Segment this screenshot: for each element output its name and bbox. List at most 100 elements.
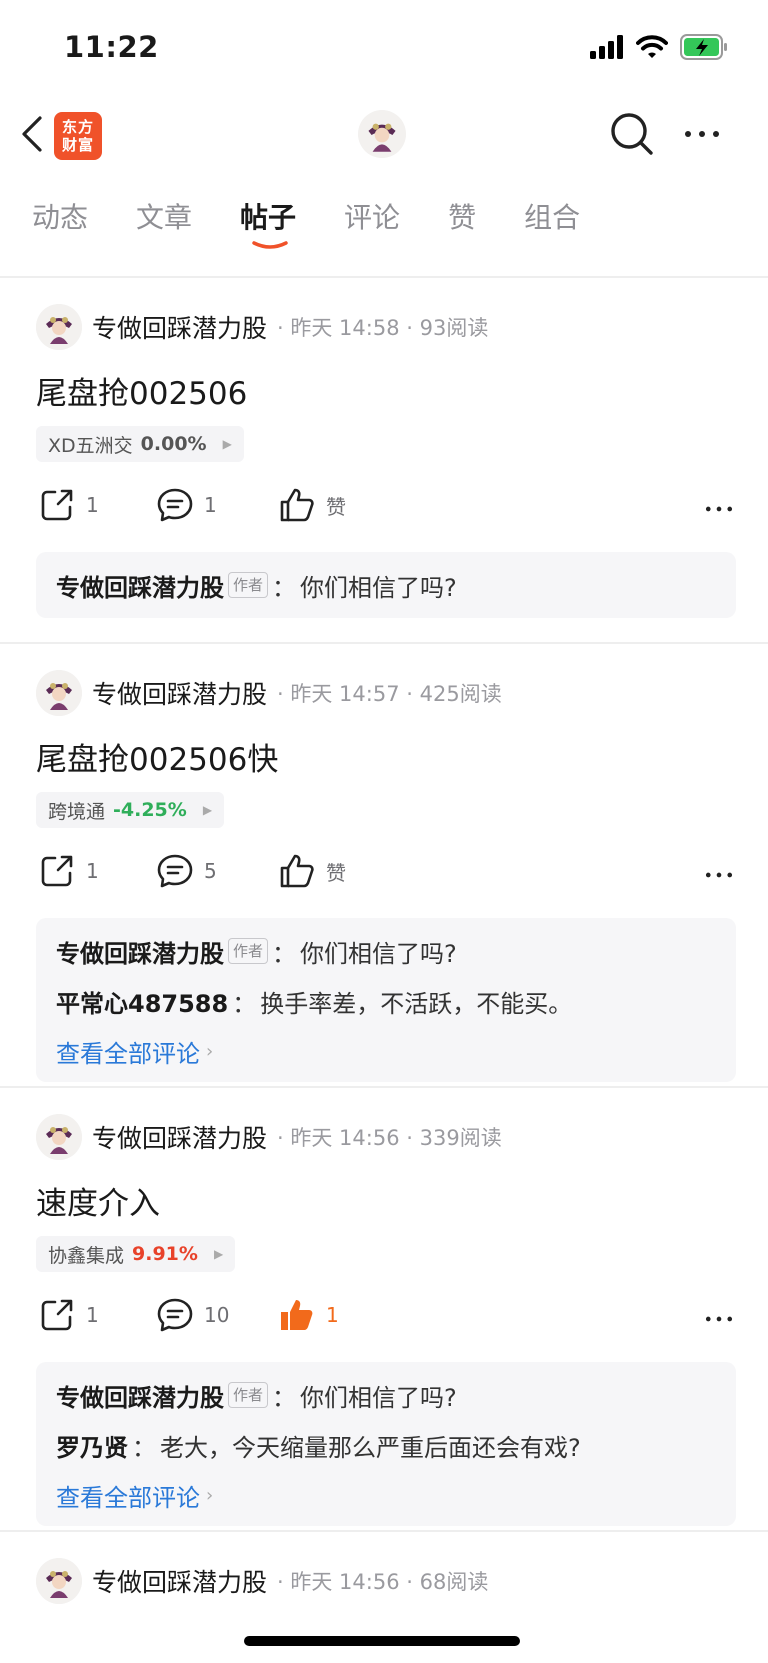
home-indicator[interactable] bbox=[244, 1636, 520, 1646]
post-author-row: 专做回踩潜力股 · 昨天 14:58 · 93阅读 bbox=[36, 304, 488, 350]
comment-button[interactable]: 1 bbox=[156, 486, 217, 524]
stock-change: -4.25% bbox=[113, 799, 187, 821]
status-time: 11:22 bbox=[64, 30, 159, 64]
tab-posts[interactable]: 帖子 bbox=[240, 196, 296, 249]
comment-button[interactable]: 10 bbox=[156, 1296, 229, 1334]
post-time: 昨天 14:58 bbox=[290, 316, 400, 340]
post-card[interactable]: 专做回踩潜力股 · 昨天 14:57 · 425阅读 尾盘抢002506快 跨境… bbox=[0, 644, 768, 1088]
top-nav: 东方 财富 bbox=[0, 100, 768, 172]
author-avatar[interactable] bbox=[36, 1558, 82, 1604]
commenter-name[interactable]: 专做回踩潜力股 bbox=[56, 568, 224, 603]
stock-name: 跨境通 bbox=[48, 800, 106, 823]
more-options-icon[interactable] bbox=[680, 110, 724, 158]
share-button[interactable]: 1 bbox=[38, 1296, 99, 1334]
author-badge: 作者 bbox=[228, 572, 269, 598]
author-badge: 作者 bbox=[228, 938, 269, 964]
comment-line: 专做回踩潜力股 作者 ： 你们相信了吗? bbox=[56, 560, 716, 610]
comment-separator: ： bbox=[232, 989, 257, 1018]
tab-comments[interactable]: 评论 bbox=[344, 196, 400, 240]
comment-line: 专做回踩潜力股 作者 ： 你们相信了吗? bbox=[56, 1370, 716, 1420]
share-icon bbox=[38, 852, 76, 890]
share-icon bbox=[38, 1296, 76, 1334]
comment-text: 换手率差，不活跃，不能买。 bbox=[260, 989, 573, 1018]
view-all-comments-link[interactable]: 查看全部评论 › bbox=[56, 1026, 716, 1076]
author-avatar[interactable] bbox=[36, 304, 82, 350]
author-avatar[interactable] bbox=[36, 1114, 82, 1160]
comment-separator: ： bbox=[272, 573, 297, 602]
post-title[interactable]: 尾盘抢002506 bbox=[36, 368, 247, 413]
post-actions: 1 5 赞 bbox=[38, 852, 738, 892]
brand-logo[interactable]: 东方 财富 bbox=[54, 112, 102, 160]
stock-tag[interactable]: XD五洲交 0.00% ▶ bbox=[36, 426, 244, 462]
post-more-button[interactable] bbox=[702, 1302, 736, 1336]
back-arrow-icon[interactable] bbox=[18, 112, 48, 156]
cellular-signal-icon bbox=[590, 35, 623, 59]
wifi-icon bbox=[636, 35, 668, 58]
post-more-button[interactable] bbox=[702, 492, 736, 526]
stock-tag[interactable]: 跨境通 -4.25% ▶ bbox=[36, 792, 225, 828]
share-button[interactable]: 1 bbox=[38, 486, 99, 524]
stock-tag[interactable]: 协鑫集成 9.91% ▶ bbox=[36, 1236, 236, 1272]
comment-text: 老大，今天缩量那么严重后面还会有戏? bbox=[160, 1433, 581, 1462]
post-reads: 93阅读 bbox=[419, 316, 489, 340]
stock-change: 9.91% bbox=[132, 1243, 198, 1265]
commenter-name[interactable]: 专做回踩潜力股 bbox=[56, 934, 224, 969]
post-time: 昨天 14:57 bbox=[290, 682, 400, 706]
comment-separator: ： bbox=[272, 939, 297, 968]
post-title[interactable]: 速度介入 bbox=[36, 1178, 160, 1223]
like-button[interactable]: 赞 bbox=[278, 486, 346, 524]
active-tab-indicator bbox=[252, 241, 288, 249]
author-badge: 作者 bbox=[228, 1382, 269, 1408]
comment-line: 平常心487588 ： 换手率差，不活跃，不能买。 bbox=[56, 976, 716, 1026]
profile-avatar[interactable] bbox=[358, 110, 406, 158]
chevron-right-icon: › bbox=[206, 1040, 214, 1062]
tab-portfolio[interactable]: 组合 bbox=[524, 196, 580, 240]
thumbs-up-icon bbox=[278, 486, 316, 524]
search-icon[interactable] bbox=[608, 110, 656, 158]
comment-icon bbox=[156, 1296, 194, 1334]
more-dots-icon bbox=[702, 492, 736, 526]
commenter-name[interactable]: 罗乃贤 bbox=[56, 1428, 128, 1463]
post-card[interactable]: 专做回踩潜力股 · 昨天 14:58 · 93阅读 尾盘抢002506 XD五洲… bbox=[0, 278, 768, 644]
post-card[interactable]: 专做回踩潜力股 · 昨天 14:56 · 339阅读 速度介入 协鑫集成 9.9… bbox=[0, 1088, 768, 1532]
post-author-row: 专做回踩潜力股 · 昨天 14:57 · 425阅读 bbox=[36, 670, 502, 716]
stock-change: 0.00% bbox=[140, 433, 207, 455]
post-feed: 专做回踩潜力股 · 昨天 14:58 · 93阅读 尾盘抢002506 XD五洲… bbox=[0, 278, 768, 1652]
battery-charging-icon bbox=[680, 34, 727, 60]
post-more-button[interactable] bbox=[702, 858, 736, 892]
tab-articles[interactable]: 文章 bbox=[136, 196, 192, 240]
like-button[interactable]: 赞 bbox=[278, 852, 346, 890]
post-title[interactable]: 尾盘抢002506快 bbox=[36, 734, 278, 779]
author-avatar[interactable] bbox=[36, 670, 82, 716]
thumbs-up-filled-icon bbox=[278, 1296, 316, 1334]
tab-likes[interactable]: 赞 bbox=[448, 196, 476, 240]
comment-line: 专做回踩潜力股 作者 ： 你们相信了吗? bbox=[56, 926, 716, 976]
post-reads: 425阅读 bbox=[419, 682, 502, 706]
thumbs-up-icon bbox=[278, 852, 316, 890]
post-time: 昨天 14:56 bbox=[290, 1126, 400, 1150]
post-card[interactable]: 专做回踩潜力股 · 昨天 14:56 · 68阅读 bbox=[0, 1532, 768, 1652]
avatar-image-icon bbox=[36, 1114, 82, 1160]
stock-name: 协鑫集成 bbox=[48, 1244, 125, 1267]
commenter-name[interactable]: 平常心487588 bbox=[56, 984, 228, 1019]
author-name[interactable]: 专做回踩潜力股 bbox=[92, 675, 267, 711]
comment-button[interactable]: 5 bbox=[156, 852, 217, 890]
comment-preview[interactable]: 专做回踩潜力股 作者 ： 你们相信了吗? bbox=[36, 552, 736, 618]
like-button[interactable]: 1 bbox=[278, 1296, 339, 1334]
author-name[interactable]: 专做回踩潜力股 bbox=[92, 309, 267, 345]
tab-dynamics[interactable]: 动态 bbox=[32, 196, 88, 240]
post-reads: 339阅读 bbox=[419, 1126, 502, 1150]
view-all-comments-link[interactable]: 查看全部评论 › bbox=[56, 1470, 716, 1520]
share-count: 1 bbox=[86, 1303, 99, 1327]
commenter-name[interactable]: 专做回踩潜力股 bbox=[56, 1378, 224, 1413]
comment-preview[interactable]: 专做回踩潜力股 作者 ： 你们相信了吗? 平常心487588 ： 换手率差，不活… bbox=[36, 918, 736, 1082]
status-icons bbox=[590, 34, 728, 60]
more-dots-icon bbox=[702, 1302, 736, 1336]
profile-tabs: 动态 文章 帖子 评论 赞 组合 bbox=[32, 196, 628, 256]
author-name[interactable]: 专做回踩潜力股 bbox=[92, 1119, 267, 1155]
comment-preview[interactable]: 专做回踩潜力股 作者 ： 你们相信了吗? 罗乃贤 ： 老大，今天缩量那么严重后面… bbox=[36, 1362, 736, 1526]
chevron-right-icon: › bbox=[206, 1484, 214, 1506]
like-count: 1 bbox=[326, 1303, 339, 1327]
author-name[interactable]: 专做回踩潜力股 bbox=[92, 1563, 267, 1599]
share-button[interactable]: 1 bbox=[38, 852, 99, 890]
